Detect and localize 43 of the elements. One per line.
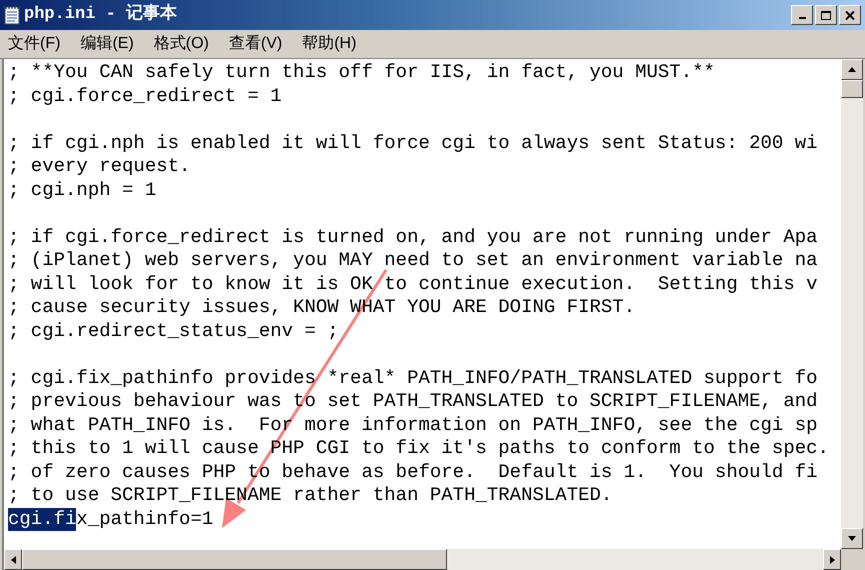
code-line: ; every request. [8, 155, 190, 178]
code-line: ; cgi.redirect_status_env = ; [8, 320, 339, 343]
close-icon [845, 10, 855, 20]
selected-text: cgi.fi [8, 508, 76, 531]
code-line: ; (iPlanet) web servers, you MAY need to set an environment variable na [8, 249, 818, 272]
code-line: ; cgi.force_redirect = 1 [8, 84, 282, 108]
up-arrow-icon [848, 67, 856, 72]
code-line: x_pathinfo=1 [76, 508, 214, 531]
scroll-thumb[interactable] [841, 80, 863, 98]
menu-item[interactable]: 文件(F) [8, 32, 60, 56]
notepad-icon [4, 5, 20, 25]
close-button[interactable] [839, 5, 861, 25]
menu-item[interactable]: 查看(V) [228, 32, 282, 56]
left-arrow-icon [10, 556, 16, 564]
maximize-icon [821, 10, 831, 20]
scroll-thumb[interactable] [22, 549, 447, 570]
menu-item[interactable]: 编辑(E) [80, 32, 134, 56]
scroll-up-button[interactable] [841, 59, 863, 80]
down-arrow-icon [848, 536, 856, 541]
right-arrow-icon [830, 556, 834, 564]
maximize-button[interactable] [815, 5, 837, 25]
code-line: ; **You CAN safely turn this off for IIS, in fact, you MUST.** [8, 61, 715, 84]
minimize-button[interactable] [791, 5, 813, 25]
code-line: ; to use SCRIPT_FILENAME rather than PATH_TRANSLATED. [8, 484, 612, 508]
menu-item[interactable]: 格式(O) [154, 32, 209, 56]
minimize-icon [798, 17, 806, 19]
code-line: ; previous behaviour was to set PATH_TRANSLATED to SCRIPT_FILENAME, and [8, 390, 818, 414]
scroll-right-button[interactable] [823, 549, 841, 570]
window-title: php.ini - 记事本 [24, 2, 178, 26]
code-line: ; if cgi.force_redirect is turned on, and you are not running under Apa [8, 226, 818, 249]
code-line: ; cgi.nph = 1 [8, 178, 156, 202]
code-line: ; cause security issues, KNOW WHAT YOU ARE DOING FIRST. [8, 296, 636, 320]
menu-item[interactable]: 帮助(H) [302, 32, 356, 56]
code-line: ; if cgi.nph is enabled it will force cgi to always sent Status: 200 wi [8, 132, 818, 155]
code-line: ; this to 1 will cause PHP CGI to fix it's paths to conform to the spec. [8, 437, 829, 460]
code-line: ; what PATH_INFO is. For more information on PATH_INFO, see the cgi sp [8, 414, 818, 437]
code-line: ; of zero causes PHP to behave as before. Default is 1. You should fi [8, 460, 818, 484]
horizontal-scrollbar[interactable] [4, 549, 863, 570]
code-line: ; will look for to know it is OK to continue execution. Setting this v [8, 272, 818, 296]
code-line: ; cgi.fix_pathinfo provides *real* PATH_INFO/PATH_TRANSLATED support fo [8, 366, 818, 390]
scroll-down-button[interactable] [841, 528, 863, 549]
scroll-left-button[interactable] [4, 549, 22, 570]
vertical-scrollbar[interactable] [841, 59, 863, 549]
